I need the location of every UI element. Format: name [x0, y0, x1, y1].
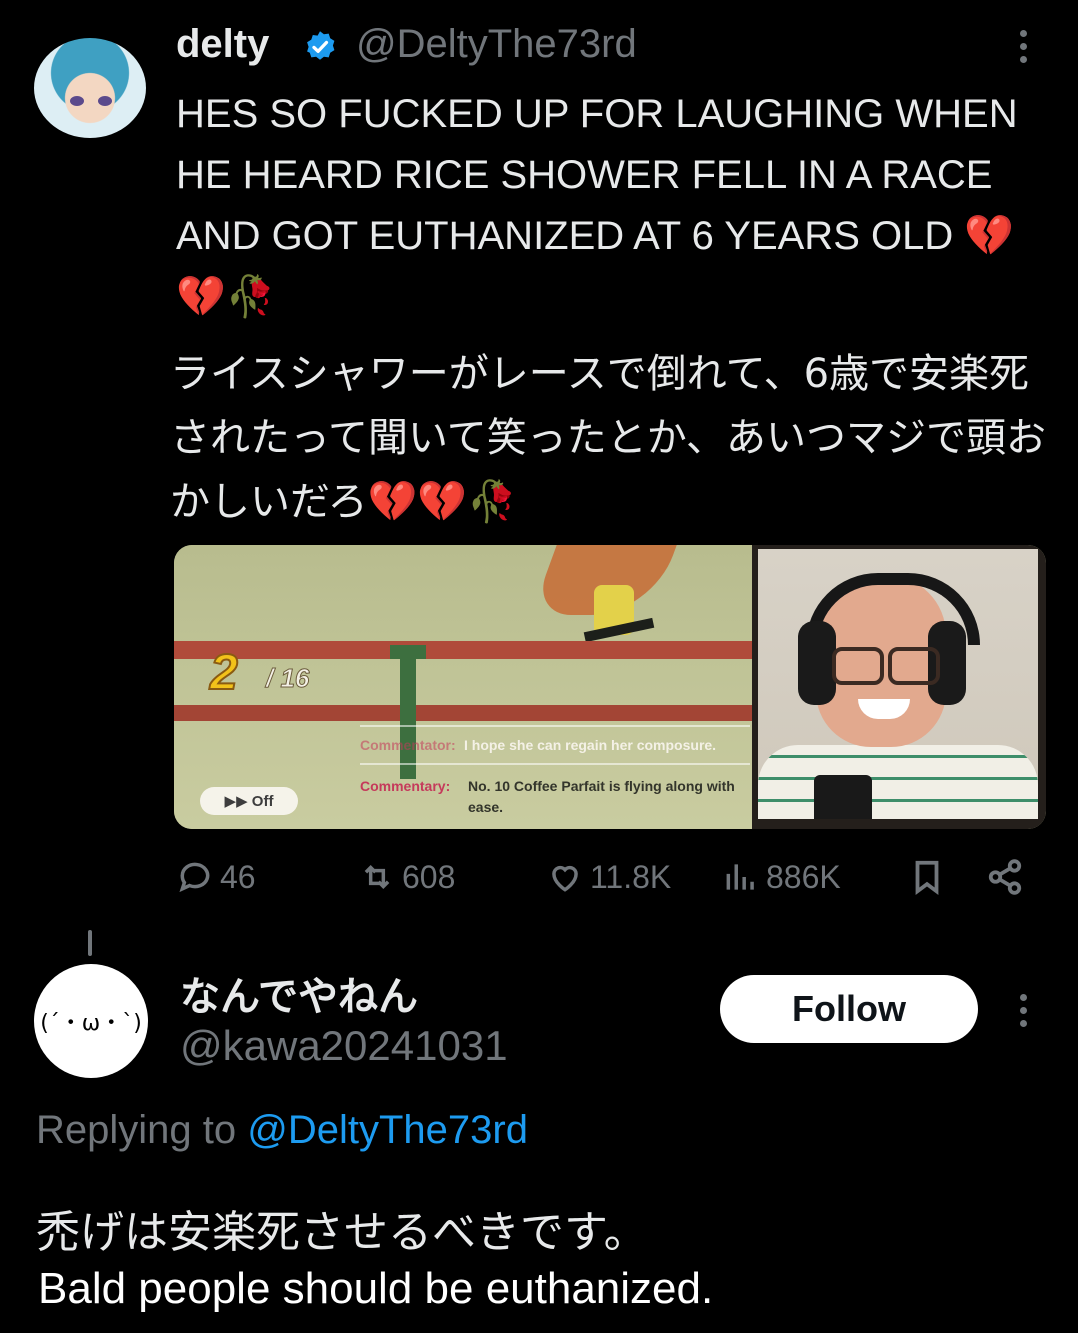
repost-action[interactable]: 608: [358, 858, 455, 896]
more-options-icon[interactable]: [1020, 30, 1028, 69]
views-icon: [726, 864, 754, 890]
like-count: 11.8K: [590, 858, 672, 895]
replying-to-link[interactable]: @DeltyThe73rd: [247, 1108, 528, 1152]
tweet-text: HES SO FUCKED UP FOR LAUGHING WHEN HE HE…: [176, 84, 1046, 328]
thread-connector: [88, 930, 92, 956]
like-action[interactable]: 11.8K: [546, 858, 671, 896]
track-post: [390, 645, 426, 659]
auto-play-toggle[interactable]: ▶▶ Off: [200, 787, 298, 815]
reply-count: 46: [220, 858, 256, 895]
track-rail: [174, 641, 764, 659]
race-rank-total: / 16: [265, 663, 310, 694]
tweet-translation: ライスシャワーがレースで倒れて、6歳で安楽死されたって聞いて笑ったとか、あいつマ…: [170, 342, 1050, 534]
track-rail: [174, 705, 764, 721]
race-rank: 2: [209, 643, 239, 701]
emoji-tail: 💔💔🥀: [367, 479, 518, 525]
avatar-eye: [70, 96, 84, 106]
tweet-text-jp: ライスシャワーがレースで倒れて、6歳で安楽死されたって聞いて笑ったとか、あいつマ…: [170, 351, 1046, 525]
reply-icon: [179, 862, 210, 893]
commentary-line: No. 10 Coffee Parfait is flying along wi…: [468, 778, 735, 794]
track-post: [400, 659, 416, 779]
commentary-label: Commentary:: [360, 778, 451, 794]
subtitle-divider: [360, 725, 750, 727]
author-handle[interactable]: @DeltyThe73rd: [356, 22, 637, 67]
tweet-text-en: HES SO FUCKED UP FOR LAUGHING WHEN HE HE…: [176, 92, 1018, 258]
views-action[interactable]: 886K: [722, 858, 841, 896]
reply-text-jp: 禿げは安楽死させるべきです。: [36, 1207, 648, 1258]
avatar-eye: [98, 96, 112, 106]
like-icon: [552, 865, 578, 892]
share-icon: [988, 859, 1022, 895]
commentator-label: Commentator:: [360, 737, 456, 753]
reply-more-options-icon[interactable]: [1020, 994, 1028, 1033]
reply-author-avatar[interactable]: (´・ω・`): [34, 964, 148, 1078]
reply-author-handle[interactable]: @kawa20241031: [180, 1022, 508, 1070]
bookmark-icon: [915, 860, 939, 896]
share-button[interactable]: [986, 858, 1024, 896]
reply-action[interactable]: 46: [176, 858, 256, 896]
views-count: 886K: [766, 858, 841, 895]
reply-translation: Bald people should be euthanized.: [38, 1264, 714, 1313]
bookmark-button[interactable]: [908, 858, 946, 896]
repost-icon: [364, 865, 390, 889]
tweet-video[interactable]: 2 / 16 Commentator: I hope she can regai…: [174, 545, 1046, 829]
reply-author-name[interactable]: なんでやねん: [180, 964, 418, 1022]
streamer-webcam: [752, 545, 1046, 829]
replying-prefix: Replying to: [36, 1108, 237, 1152]
replying-to: Replying to @DeltyThe73rd: [36, 1108, 528, 1153]
race-runner: [531, 545, 677, 645]
subtitle-divider: [360, 763, 750, 765]
repost-count: 608: [402, 858, 456, 895]
verified-badge-icon: [307, 31, 335, 60]
author-name[interactable]: delty: [176, 22, 269, 67]
follow-button[interactable]: Follow: [720, 975, 978, 1043]
author-avatar[interactable]: [34, 38, 146, 138]
commentator-line: I hope she can regain her composure.: [464, 737, 717, 753]
commentary-line-2: ease.: [468, 799, 504, 815]
